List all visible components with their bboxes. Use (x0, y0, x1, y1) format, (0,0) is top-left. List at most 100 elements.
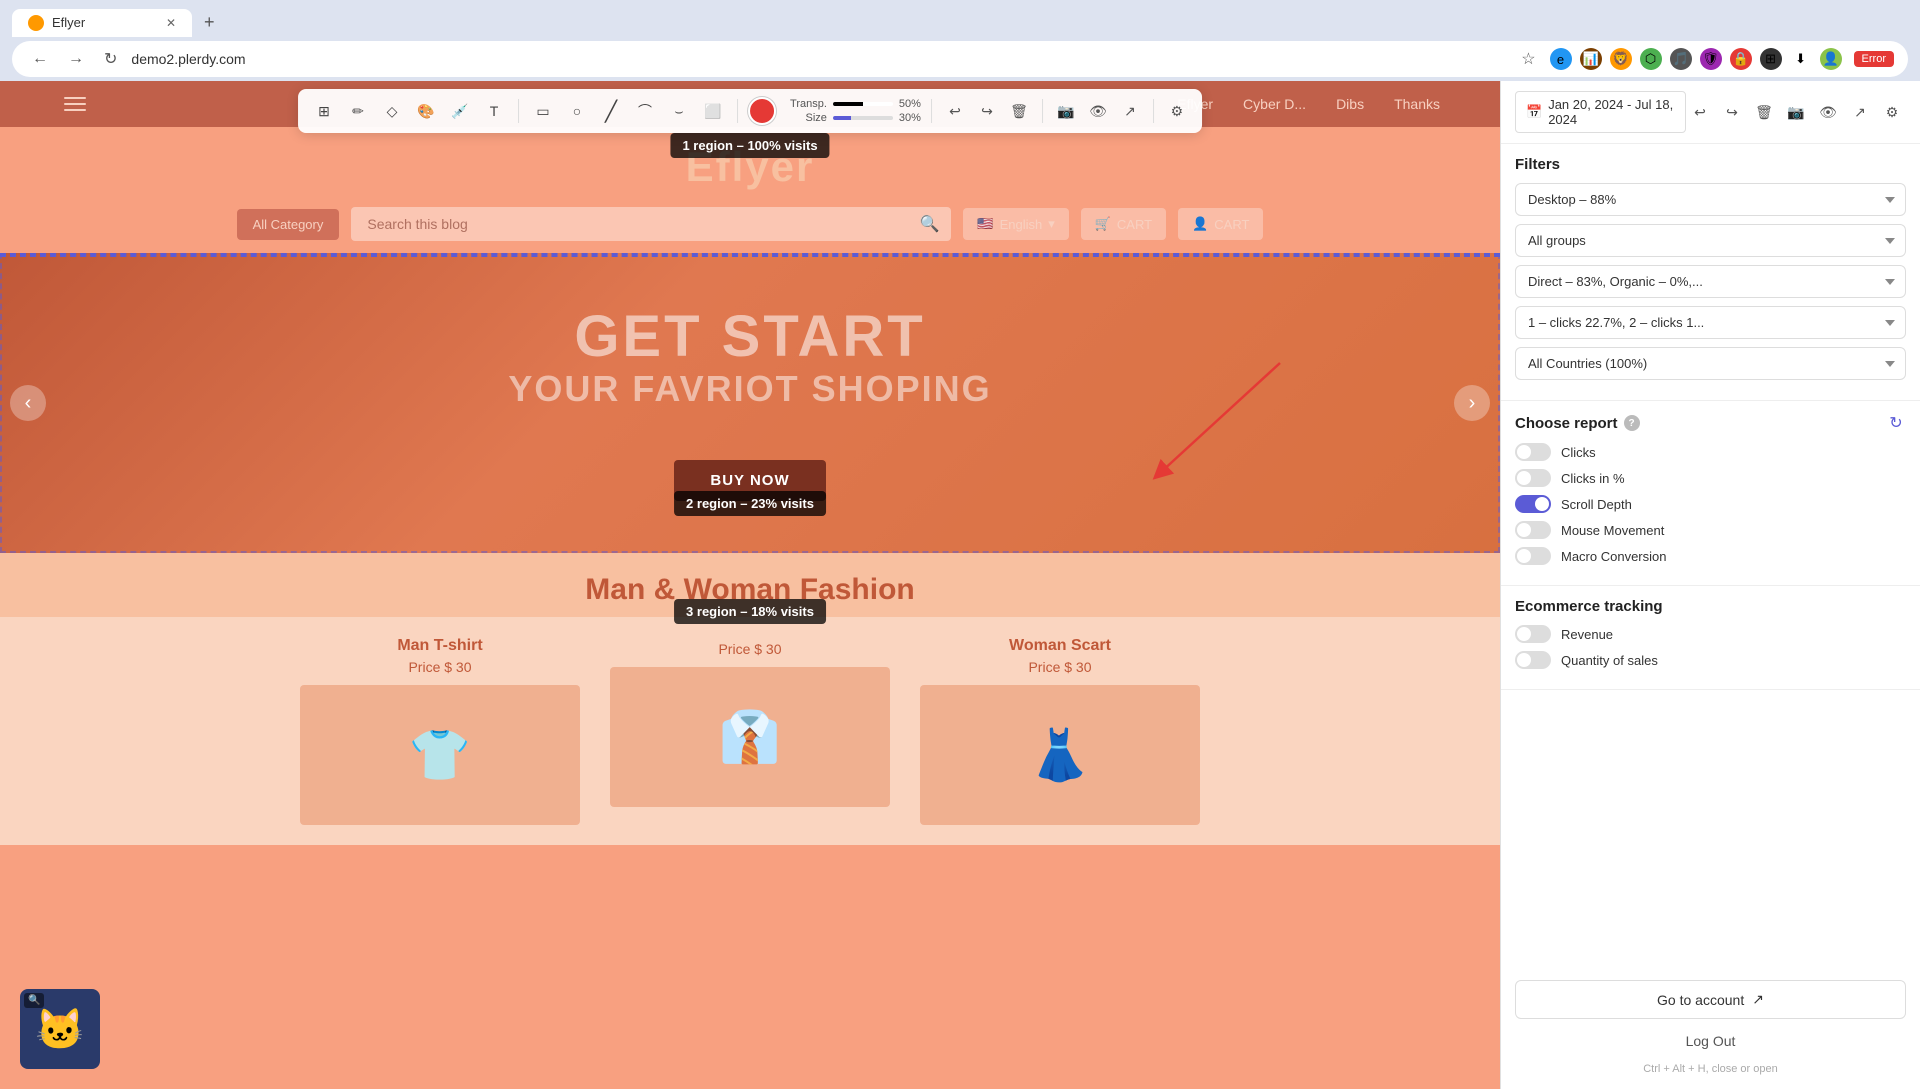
reload-button[interactable]: ↻ (98, 47, 123, 71)
hero-section: ‹ GET START YOUR FAVRIOT SHOPING 2 regio… (0, 253, 1500, 553)
redo-button[interactable]: ↪ (974, 98, 1000, 124)
forward-button[interactable]: → (62, 48, 90, 70)
countries-filter[interactable]: All Countries (100%) (1515, 347, 1906, 380)
color-picker[interactable] (748, 97, 776, 125)
new-tab-button[interactable]: + (196, 8, 223, 37)
panel-footer: Go to account ↗ Log Out Ctrl + Alt + H, … (1501, 966, 1920, 1089)
panel-settings-button[interactable]: ⚙ (1878, 98, 1906, 126)
search-button[interactable]: 🔍 (907, 207, 951, 241)
export-button[interactable]: ↗ (1117, 98, 1143, 124)
cat-widget[interactable]: 🔍 🐱 (20, 989, 100, 1069)
product-name-3: Woman Scart (920, 637, 1200, 655)
transparency-slider[interactable] (833, 102, 893, 106)
region2-label: 2 region – 23% visits (674, 491, 826, 516)
panel-export-button[interactable]: ↗ (1846, 98, 1874, 126)
overlay-toolbar: ⊞ ✏ ◇ 🎨 💉 T ▭ ○ ╱ ⌒ ⌣ ⬜ Transp. 50% (298, 89, 1202, 133)
delete-button[interactable]: 🗑 (1006, 98, 1032, 124)
browser-icon-8[interactable]: ⊞ (1760, 48, 1782, 70)
macro-conversion-toggle-row: Macro Conversion (1515, 547, 1906, 565)
hamburger-menu[interactable] (60, 93, 90, 115)
panel-delete-button[interactable]: 🗑 (1750, 98, 1778, 126)
browser-icon-4[interactable]: ⬡ (1640, 48, 1662, 70)
logout-button[interactable]: Log Out (1515, 1025, 1906, 1057)
nav-link-thanks[interactable]: Thanks (1394, 96, 1440, 112)
refresh-button[interactable]: ↻ (1886, 413, 1906, 433)
tool-select[interactable]: ⊞ (310, 97, 338, 125)
nav-link-dibs[interactable]: Dibs (1336, 96, 1364, 112)
revenue-toggle-label: Revenue (1561, 627, 1613, 642)
browser-icon-9[interactable]: ⬇ (1790, 48, 1812, 70)
active-tab[interactable]: Eflyer ✕ (12, 9, 192, 37)
tool-line[interactable]: ╱ (597, 97, 625, 125)
browser-icon-1[interactable]: e (1550, 48, 1572, 70)
hero-content: GET START YOUR FAVRIOT SHOPING 2 region … (508, 305, 991, 502)
browser-icon-7[interactable]: 🔒 (1730, 48, 1752, 70)
groups-filter[interactable]: All groups (1515, 224, 1906, 257)
external-link-icon: ↗ (1752, 991, 1764, 1008)
nav-link-cyber[interactable]: Cyber D... (1243, 96, 1306, 112)
tool-curve1[interactable]: ⌒ (631, 97, 659, 125)
tool-dropper[interactable]: 💉 (446, 97, 474, 125)
tool-divider-1 (518, 99, 519, 123)
bookmark-button[interactable]: ☆ (1515, 47, 1541, 71)
size-slider[interactable] (833, 116, 893, 120)
tool-shape[interactable]: ◇ (378, 97, 406, 125)
dress-icon: 👗 (1029, 726, 1091, 785)
hero-prev-button[interactable]: ‹ (10, 385, 46, 421)
hide-button[interactable]: 👁 (1085, 98, 1111, 124)
clicks-toggle-row: Clicks (1515, 443, 1906, 461)
tool-pen[interactable]: ✏ (344, 97, 372, 125)
panel-header: 📅 Jan 20, 2024 - Jul 18, 2024 ↩ ↪ 🗑 📷 👁 … (1501, 81, 1920, 144)
cart-button-2[interactable]: 👤 CART (1178, 208, 1263, 240)
hero-next-button[interactable]: › (1454, 385, 1490, 421)
revenue-toggle[interactable] (1515, 625, 1551, 643)
cart-button-1[interactable]: 🛒 CART (1081, 208, 1166, 240)
panel-camera-button[interactable]: 📷 (1782, 98, 1810, 126)
traffic-filter[interactable]: Direct – 83%, Organic – 0%,... (1515, 265, 1906, 298)
cat-box[interactable]: 🔍 🐱 (20, 989, 100, 1069)
settings-button[interactable]: ⚙ (1164, 98, 1190, 124)
mouse-movement-toggle[interactable] (1515, 521, 1551, 539)
scroll-depth-toggle[interactable] (1515, 495, 1551, 513)
search-bar-row: All Category 🔍 🇺🇸 English ▾ 🛒 CART 👤 CAR… (0, 199, 1500, 253)
clicks-filter[interactable]: 1 – clicks 22.7%, 2 – clicks 1... (1515, 306, 1906, 339)
tool-text[interactable]: T (480, 97, 508, 125)
clicks-pct-toggle[interactable] (1515, 469, 1551, 487)
help-icon[interactable]: ? (1624, 415, 1640, 431)
browser-icon-2[interactable]: 📊 (1580, 48, 1602, 70)
go-account-button[interactable]: Go to account ↗ (1515, 980, 1906, 1019)
clicks-toggle[interactable] (1515, 443, 1551, 461)
calendar-icon: 📅 (1526, 104, 1542, 120)
browser-icon-6[interactable]: 🛡 (1700, 48, 1722, 70)
tool-frame[interactable]: ⬜ (699, 97, 727, 125)
language-button[interactable]: 🇺🇸 English ▾ (963, 208, 1068, 240)
browser-icon-5[interactable]: 🎵 (1670, 48, 1692, 70)
website-preview: ⊞ ✏ ◇ 🎨 💉 T ▭ ○ ╱ ⌒ ⌣ ⬜ Transp. 50% (0, 81, 1500, 1089)
tool-circle[interactable]: ○ (563, 97, 591, 125)
url-input[interactable] (131, 51, 1507, 67)
category-button[interactable]: All Category (237, 209, 340, 240)
user-avatar[interactable]: 👤 (1820, 48, 1842, 70)
tool-fill[interactable]: 🎨 (412, 97, 440, 125)
selection-top (0, 253, 1500, 257)
device-filter[interactable]: Desktop – 88% (1515, 183, 1906, 216)
search-input[interactable] (351, 207, 951, 241)
tab-close-button[interactable]: ✕ (166, 16, 176, 30)
date-range[interactable]: 📅 Jan 20, 2024 - Jul 18, 2024 (1515, 91, 1686, 133)
camera-button[interactable]: 📷 (1053, 98, 1079, 124)
tool-divider-3 (931, 99, 932, 123)
ecommerce-title: Ecommerce tracking (1515, 598, 1906, 615)
undo-button[interactable]: ↩ (942, 98, 968, 124)
quantity-toggle[interactable] (1515, 651, 1551, 669)
panel-eye-button[interactable]: 👁 (1814, 98, 1842, 126)
back-button[interactable]: ← (26, 48, 54, 70)
tool-divider-2 (737, 99, 738, 123)
macro-conversion-toggle[interactable] (1515, 547, 1551, 565)
tool-curve2[interactable]: ⌣ (665, 97, 693, 125)
browser-icon-3[interactable]: 🦁 (1610, 48, 1632, 70)
size-row: Size 30% (806, 112, 921, 124)
tool-rect[interactable]: ▭ (529, 97, 557, 125)
nav-links: Eflyer Cyber D... Dibs Thanks (1177, 96, 1440, 112)
panel-redo-button[interactable]: ↪ (1718, 98, 1746, 126)
panel-undo-button[interactable]: ↩ (1686, 98, 1714, 126)
